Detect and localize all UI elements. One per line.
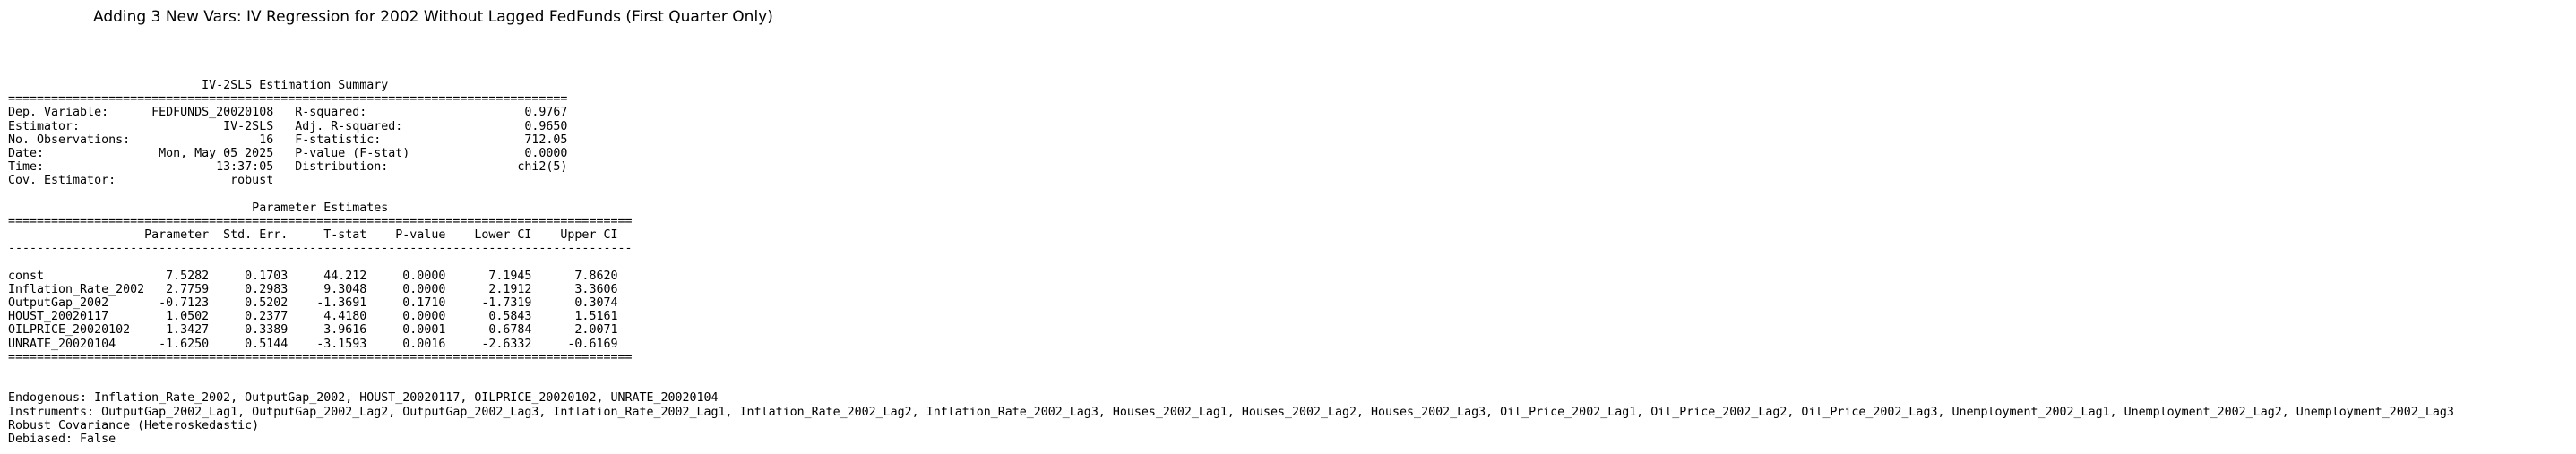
params-dash-line: ----------------------------------------… xyxy=(8,242,633,256)
regression-output: IV-2SLS Estimation Summary =============… xyxy=(8,79,2454,446)
param-row: Inflation_Rate_2002 2.7759 0.2983 9.3048… xyxy=(8,282,618,296)
endogenous-note: Endogenous: Inflation_Rate_2002, OutputG… xyxy=(8,391,719,406)
param-row: UNRATE_20020104 -1.6250 0.5144 -3.1593 0… xyxy=(8,337,618,351)
param-row: OILPRICE_20020102 1.3427 0.3389 3.9616 0… xyxy=(8,323,618,338)
summary-heading: IV-2SLS Estimation Summary xyxy=(8,79,575,92)
summary-row: Estimator: IV-2SLS Adj. R-squared: 0.965… xyxy=(8,119,568,133)
summary-row: Time: 13:37:05 Distribution: chi2(5) xyxy=(8,160,568,175)
param-row: OutputGap_2002 -0.7123 0.5202 -1.3691 0.… xyxy=(8,296,618,310)
summary-separator: ========================================… xyxy=(8,92,568,107)
param-row: const 7.5282 0.1703 44.212 0.0000 7.1945… xyxy=(8,269,618,283)
instruments-note: Instruments: OutputGap_2002_Lag1, Output… xyxy=(8,405,2454,419)
params-separator: ========================================… xyxy=(8,214,633,228)
debiased-note: Debiased: False xyxy=(8,432,116,446)
params-header-row: Parameter Std. Err. T-stat P-value Lower… xyxy=(8,228,618,243)
summary-row: Cov. Estimator: robust xyxy=(8,174,568,188)
summary-row: No. Observations: 16 F-statistic: 712.05 xyxy=(8,133,568,147)
params-bottom-separator: ========================================… xyxy=(8,350,633,364)
summary-row: Date: Mon, May 05 2025 P-value (F-stat) … xyxy=(8,146,568,160)
figure-title: Adding 3 New Vars: IV Regression for 200… xyxy=(93,8,773,26)
summary-row: Dep. Variable: FEDFUNDS_20020108 R-squar… xyxy=(8,106,568,120)
robust-covariance-note: Robust Covariance (Heteroskedastic) xyxy=(8,418,260,433)
param-row: HOUST_20020117 1.0502 0.2377 4.4180 0.00… xyxy=(8,310,618,324)
params-heading: Parameter Estimates xyxy=(8,201,633,215)
